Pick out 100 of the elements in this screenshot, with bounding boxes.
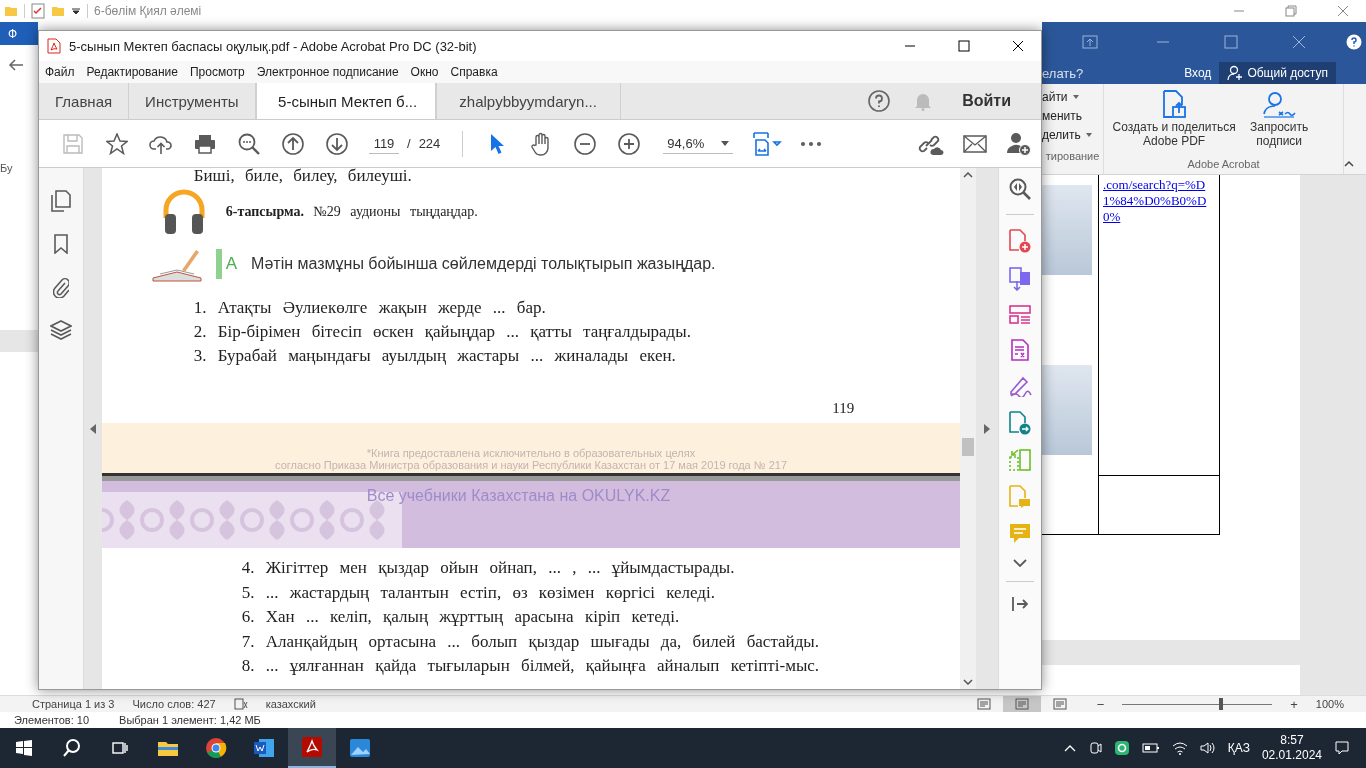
tab[interactable]: 5-сынып Мектеп б... — [255, 83, 436, 119]
zoom-in-icon[interactable] — [618, 132, 641, 155]
dropdown-icon[interactable] — [71, 6, 81, 16]
caret-icon — [721, 140, 730, 146]
print-icon[interactable] — [194, 133, 216, 154]
accent-bar — [215, 249, 222, 279]
organize-pages-icon[interactable] — [1009, 305, 1032, 325]
expand-right-icon[interactable] — [984, 423, 991, 434]
menu-item[interactable]: Просмотр — [189, 65, 245, 79]
sign-in-link[interactable]: Вход — [1184, 66, 1212, 80]
search-icon — [62, 738, 82, 758]
bookmark-icon[interactable] — [53, 234, 68, 254]
chevron-up-icon[interactable] — [1063, 744, 1076, 752]
zoom-in-button[interactable]: + — [1290, 696, 1298, 712]
zoom-dropdown[interactable]: 94,6% — [663, 133, 734, 154]
zoom-level[interactable]: 100% — [1315, 698, 1344, 710]
page-view-icon — [976, 698, 991, 710]
folder-icon — [157, 739, 179, 757]
help-icon[interactable] — [868, 90, 891, 112]
window-title: 5-сынып Мектеп баспасы оқулық.pdf - Adobe Acrobat Pro DC (32-bit) — [69, 38, 477, 54]
group-label: тирование — [1044, 150, 1101, 162]
tell-me-field[interactable]: елать? — [1042, 65, 1084, 81]
star-icon[interactable] — [106, 132, 128, 155]
page-view-icon — [1014, 698, 1029, 710]
layers-icon[interactable] — [49, 320, 72, 340]
slider-thumb[interactable] — [1219, 698, 1224, 710]
file-tab[interactable]: Ф — [0, 22, 38, 45]
tab[interactable]: Инструменты — [129, 83, 256, 119]
sign-in-button[interactable]: Войти — [956, 91, 1017, 111]
edit-form-icon[interactable] — [1011, 339, 1030, 361]
status-text: Элементов: 10 — [14, 714, 90, 726]
maximize-icon[interactable] — [958, 40, 970, 52]
combine-files-icon[interactable] — [1009, 267, 1032, 291]
volume-icon[interactable] — [1199, 741, 1216, 755]
collapse-panel-icon[interactable] — [1012, 596, 1029, 612]
tab[interactable]: Главная — [39, 83, 130, 119]
search-icon[interactable] — [238, 132, 260, 155]
ribbon-command[interactable]: айти — [1042, 90, 1068, 104]
paperclip-icon[interactable] — [52, 276, 69, 298]
browser-icon — [205, 737, 227, 759]
proofing-icon[interactable] — [233, 698, 248, 710]
window-title: 6-бөлім Қиял әлемі — [94, 4, 202, 18]
request-signatures-button[interactable]: Запросить подписи — [1244, 90, 1315, 158]
caret-icon[interactable] — [1071, 94, 1080, 100]
ribbon-display-icon[interactable] — [1082, 35, 1098, 49]
chevron-down-icon[interactable] — [1013, 559, 1028, 567]
pointer-icon[interactable] — [489, 132, 506, 155]
create-pdf-button[interactable]: Создать и поделиться Adobe PDF — [1106, 90, 1243, 158]
share-button[interactable]: Общий доступ — [1219, 62, 1336, 84]
page-text: Биші, биле, билеу, билеуші. — [193, 168, 413, 186]
arrow-up-circle-icon[interactable] — [282, 132, 304, 155]
zoom-out-icon[interactable] — [574, 132, 597, 155]
signature-icon[interactable] — [1008, 375, 1033, 397]
battery-icon[interactable] — [1141, 743, 1160, 753]
mail-icon[interactable] — [963, 134, 987, 153]
more-icon[interactable] — [801, 141, 822, 146]
collapse-left-icon[interactable] — [89, 423, 96, 434]
close-icon[interactable] — [1012, 40, 1024, 52]
pdf-reader-button[interactable] — [288, 728, 336, 768]
add-user-icon[interactable] — [1007, 131, 1031, 156]
scroll-down-icon[interactable] — [963, 679, 974, 685]
ribbon-command[interactable]: менить — [1042, 109, 1082, 123]
pages-icon[interactable] — [50, 190, 71, 212]
camera-icon[interactable] — [1087, 741, 1102, 755]
print-layout-button[interactable] — [1002, 695, 1041, 713]
pdf-file-icon — [47, 38, 61, 54]
wifi-icon[interactable] — [1171, 741, 1188, 755]
caret-icon[interactable] — [1084, 132, 1093, 138]
document-icon — [253, 738, 275, 758]
exercise-sentence: 6. Хан ... келіп, қалың жұрттың арасына кіріп кетеді. — [241, 606, 681, 628]
page-view-icon — [1052, 698, 1067, 710]
clock[interactable]: 8:57 02.01.2024 — [1261, 733, 1322, 763]
windows-icon — [16, 740, 32, 756]
zoom-icon[interactable] — [1009, 178, 1032, 200]
help-icon[interactable] — [1346, 34, 1362, 50]
ribbon-command[interactable]: делить — [1042, 128, 1081, 142]
scrollbar-thumb[interactable] — [962, 438, 975, 456]
export-pdf-icon[interactable] — [1009, 411, 1032, 435]
page-total: 224 — [418, 136, 441, 151]
language-indicator[interactable]: казахский — [265, 698, 316, 710]
menu-item[interactable]: Справка — [450, 65, 498, 79]
create-pdf-icon[interactable] — [1009, 229, 1032, 253]
tab[interactable]: zhalpybbyymdaryn... — [435, 83, 621, 119]
menu-item[interactable]: Редактирование — [86, 65, 178, 79]
fit-page-icon[interactable] — [752, 131, 783, 156]
collapse-ribbon-icon[interactable] — [1344, 160, 1354, 168]
scroll-up-icon[interactable] — [963, 172, 974, 178]
menu-item[interactable]: Файл — [45, 65, 75, 79]
checklist-icon[interactable] — [31, 3, 45, 19]
app-tray-icon[interactable] — [1113, 740, 1130, 756]
footer-note: *Книга предоставлена исключительно в образовательных целях — [366, 447, 696, 459]
arrow-down-circle-icon[interactable] — [326, 132, 348, 155]
back-arrow-icon[interactable] — [8, 58, 24, 72]
menu-item[interactable]: Электронное подписание — [256, 65, 399, 79]
footer-note: согласно Приказа Министра образования и науки Республики Казахстан от 17 мая 2019 года № 217 — [275, 459, 787, 471]
page-count: Страница 1 из 3 — [32, 698, 115, 710]
menu-item[interactable]: Окно — [410, 65, 439, 79]
zoom-out-button[interactable]: − — [1096, 696, 1105, 712]
notifications-icon[interactable] — [1334, 740, 1350, 756]
input-language[interactable]: ҚАЗ — [1227, 741, 1250, 755]
